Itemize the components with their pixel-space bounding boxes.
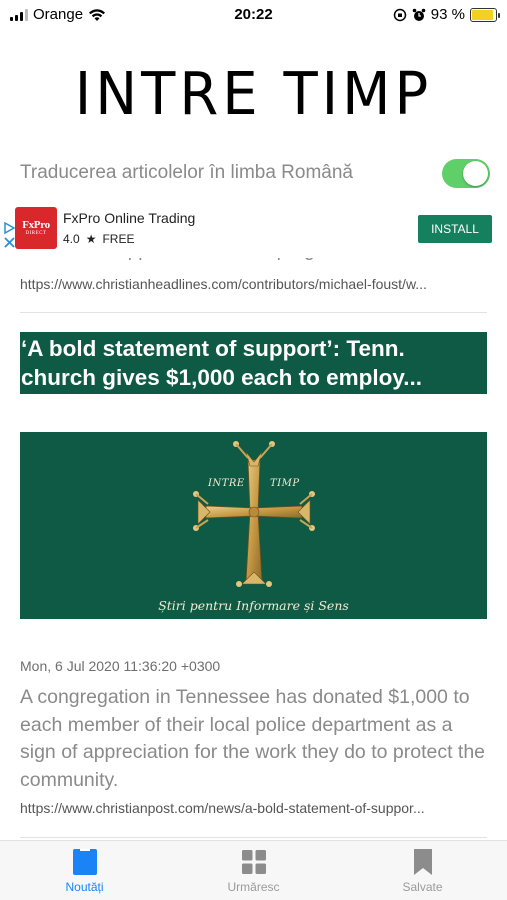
translate-label: Traducerea articolelor în limba Română [20,162,354,183]
ad-banner[interactable]: FxPro DIRECT FxPro Online Trading 4.0 ★ … [0,200,507,258]
article-title[interactable]: ‘A bold statement of support’: Tenn. chu… [20,332,487,394]
app-title: INTRE TIMP [74,60,433,129]
status-bar: Orange 20:22 93 % [0,0,507,30]
ad-price: FREE [102,232,135,246]
news-feed[interactable]: increased support for socialist programs… [0,200,507,840]
article-title-line-2: church gives $1,000 each to employ... [21,365,423,390]
alarm-icon [412,8,426,21]
article-date: Mon, 6 Jul 2020 11:36:20 +0300 [20,658,221,674]
translate-toggle[interactable] [442,158,490,188]
image-word-left: INTRE [208,478,245,489]
tab-salvate[interactable]: Salvate [338,841,507,900]
article-summary: A congregation in Tennessee has donated … [20,686,486,791]
article-link[interactable]: https://www.christianpost.com/news/a-bol… [20,800,487,816]
battery-level [472,9,494,20]
star-icon: ★ [85,232,97,246]
tab-noutati[interactable]: Noutăți [0,841,169,900]
grid-icon [241,850,266,874]
ad-app-name[interactable]: FxPro Online Trading [63,210,195,226]
tab-bar: Noutăți Urmăresc Salvate [0,840,507,900]
ad-install-button[interactable]: INSTALL [418,215,492,243]
previous-article-link[interactable]: https://www.christianheadlines.com/contr… [20,276,487,292]
tab-label: Salvate [402,880,443,894]
divider [20,837,487,838]
ad-rating: 4.0 [63,232,80,246]
toggle-knob [463,160,488,186]
article-title-line-1: ‘A bold statement of support’: Tenn. [21,336,405,361]
tab-label: Noutăți [65,880,104,894]
divider [20,312,487,313]
battery-icon [470,7,500,22]
orientation-lock-icon [393,8,407,21]
ad-meta: 4.0 ★ FREE [63,232,134,246]
tab-label: Urmăresc [227,880,280,894]
cross-emblem-icon [193,441,315,587]
image-tagline: Știri pentru Informare și Sens [158,598,349,613]
ad-app-logo[interactable]: FxPro DIRECT [15,207,57,249]
battery-percent: 93 % [430,6,465,23]
translate-row: Traducerea articolelor în limba Română [20,158,490,188]
tab-urmaresc[interactable]: Urmăresc [169,841,338,900]
status-right: 93 % [393,6,500,23]
image-word-right: TIMP [270,478,300,489]
bookmark-icon [413,849,432,875]
ad-logo-subtext: DIRECT [25,231,47,236]
book-icon [72,849,97,875]
article-image[interactable]: INTRE TIMP Știri pentru Informare și Sen… [20,432,487,619]
ad-logo-text: FxPro [22,219,50,231]
